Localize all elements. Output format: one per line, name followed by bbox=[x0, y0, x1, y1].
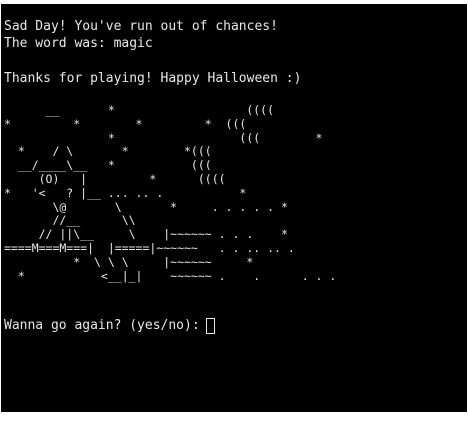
replay-prompt-row: Wanna go again? (yes/no): bbox=[4, 317, 467, 334]
terminal-window: Sad Day! You've run out of chances! The … bbox=[1, 4, 467, 412]
word-reveal: The word was: magic bbox=[4, 36, 153, 52]
lose-message: Sad Day! You've run out of chances! bbox=[4, 19, 278, 34]
thanks-message: Thanks for playing! Happy Halloween :) bbox=[4, 70, 302, 86]
replay-prompt-text: Wanna go again? (yes/no): bbox=[4, 318, 200, 334]
text-cursor[interactable] bbox=[205, 317, 215, 334]
halloween-ascii-art: __ * (((( * * * * ((( * ((( * * / \ * *(… bbox=[4, 102, 337, 283]
